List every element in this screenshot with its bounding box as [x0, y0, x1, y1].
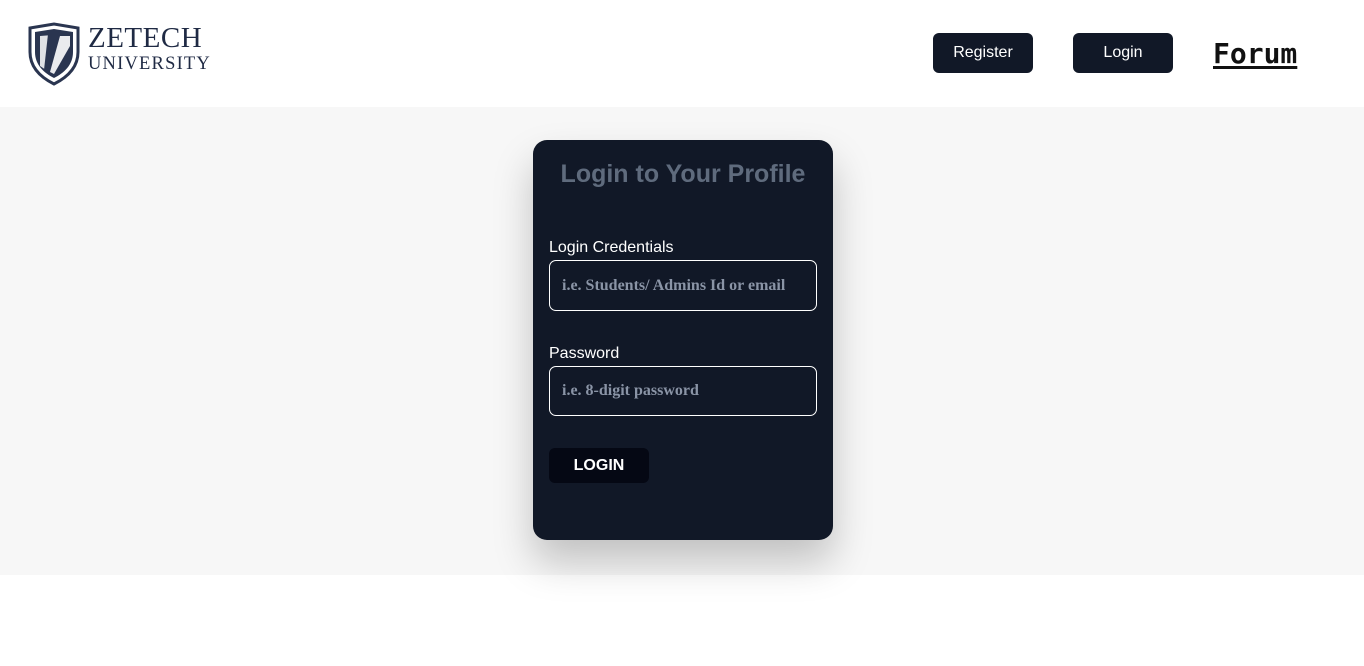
password-label: Password: [549, 345, 620, 362]
login-card: Login to Your Profile Login Credentials …: [533, 140, 833, 540]
logo-text-university: UNIVERSITY: [88, 54, 211, 74]
logo-text-zetech: ZETECH: [88, 22, 203, 54]
site-header: ZETECH UNIVERSITY Register Login Forum: [0, 0, 1364, 107]
shield-icon: [28, 22, 80, 86]
register-button[interactable]: Register: [933, 33, 1033, 73]
credentials-label: Login Credentials: [549, 239, 674, 256]
zetech-logo[interactable]: ZETECH UNIVERSITY: [26, 22, 216, 86]
login-submit-button[interactable]: LOGIN: [549, 448, 649, 483]
login-card-title: Login to Your Profile: [560, 160, 806, 188]
forum-link[interactable]: Forum: [1213, 36, 1297, 72]
password-input[interactable]: [549, 366, 817, 416]
login-nav-button[interactable]: Login: [1073, 33, 1173, 73]
credentials-input[interactable]: [549, 260, 817, 311]
